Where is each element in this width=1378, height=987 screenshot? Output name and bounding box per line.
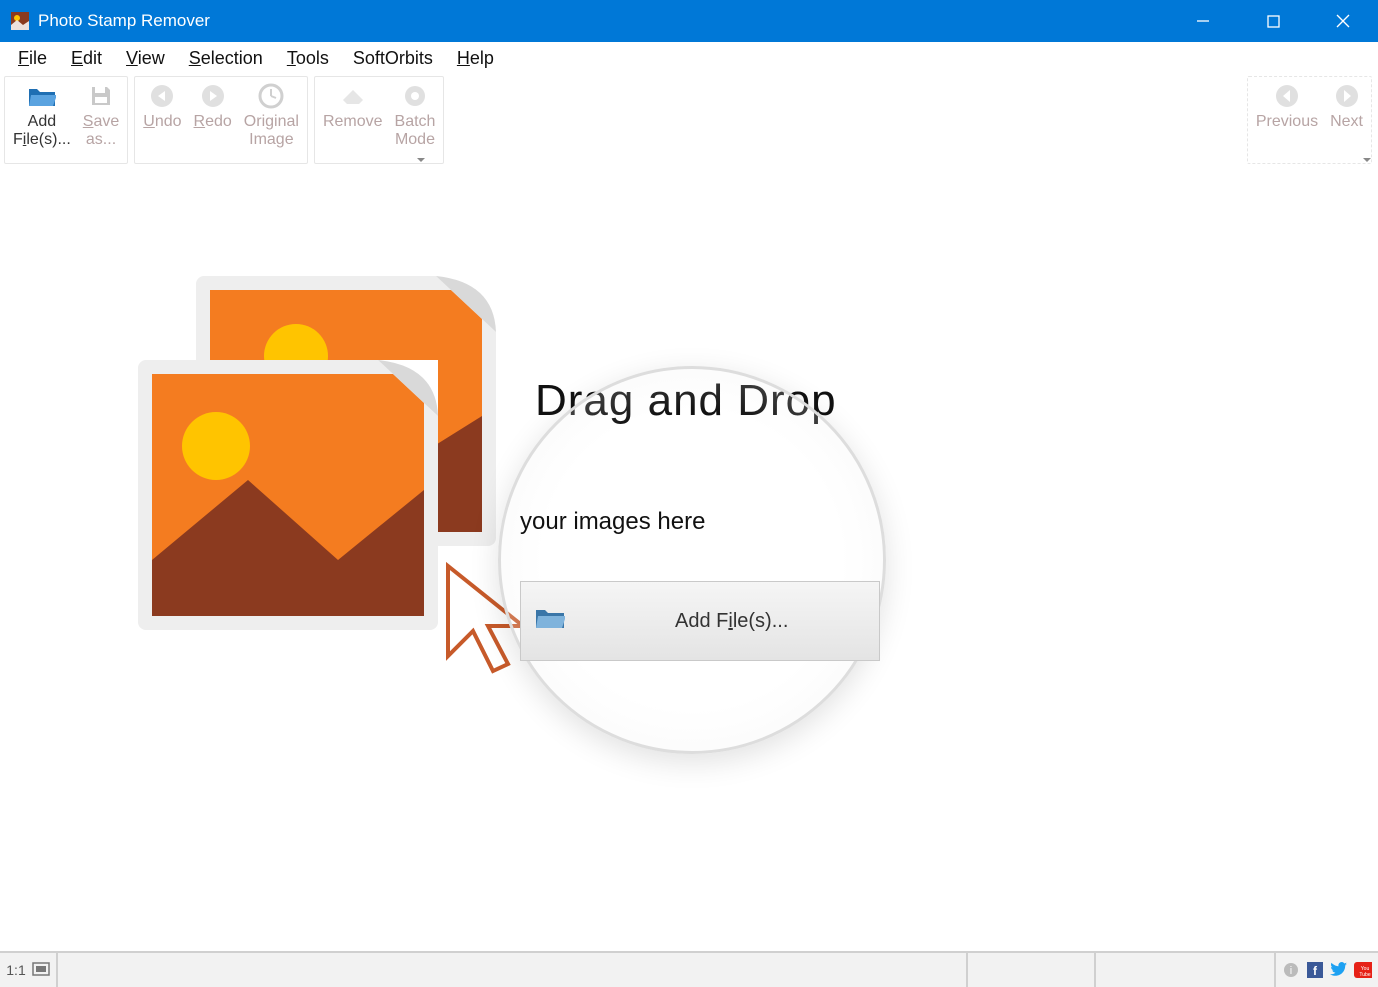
status-social: i f YouTube: [1276, 953, 1378, 987]
menu-tools[interactable]: Tools: [275, 44, 341, 73]
menu-softorbits[interactable]: SoftOrbits: [341, 44, 445, 73]
original-image-label: Original Image: [244, 113, 299, 150]
svg-text:i: i: [1290, 965, 1292, 977]
info-icon[interactable]: i: [1282, 961, 1300, 979]
toolbar-overflow-right-icon[interactable]: [1362, 152, 1372, 162]
batch-mode-label: Batch Mode: [395, 113, 436, 150]
save-as-button[interactable]: Saveas...: [77, 79, 125, 161]
next-button[interactable]: Next: [1324, 79, 1369, 161]
menu-file[interactable]: File: [6, 44, 59, 73]
next-icon: [1334, 81, 1360, 111]
undo-label: Undo: [143, 113, 181, 131]
folder-open-icon: [28, 81, 56, 111]
toolbar-group-history: Undo Redo Original Image: [134, 76, 308, 164]
history-icon: [258, 81, 284, 111]
add-files-center-button[interactable]: Add File(s)...: [520, 581, 880, 661]
menubar: File Edit View Selection Tools SoftOrbit…: [0, 42, 1378, 74]
redo-button[interactable]: Redo: [188, 79, 238, 161]
drag-drop-subtitle: your images here: [520, 508, 705, 536]
add-files-label: AddFile(s)...: [13, 113, 71, 150]
save-as-label: Saveas...: [83, 113, 119, 150]
add-files-button[interactable]: AddFile(s)...: [7, 79, 77, 161]
previous-button[interactable]: Previous: [1250, 79, 1324, 161]
folder-icon: [535, 606, 565, 636]
canvas-area[interactable]: Drag and Drop your images here Add File(…: [0, 166, 1378, 886]
minimize-button[interactable]: [1168, 0, 1238, 42]
fit-icon: [32, 962, 50, 979]
zoom-label: 1:1: [6, 962, 25, 978]
previous-icon: [1274, 81, 1300, 111]
toolbar-group-action: Remove Batch Mode: [314, 76, 445, 164]
redo-label: Redo: [194, 113, 232, 131]
batch-mode-button[interactable]: Batch Mode: [389, 79, 442, 161]
save-icon: [89, 81, 113, 111]
remove-label: Remove: [323, 113, 383, 131]
twitter-icon[interactable]: [1330, 961, 1348, 979]
window-title: Photo Stamp Remover: [38, 11, 1168, 31]
undo-button[interactable]: Undo: [137, 79, 187, 161]
toolbar-overflow-left-icon[interactable]: [416, 152, 426, 162]
original-image-button[interactable]: Original Image: [238, 79, 305, 161]
gear-icon: [403, 81, 427, 111]
toolbar-group-file: AddFile(s)... Saveas...: [4, 76, 128, 164]
window-controls: [1168, 0, 1378, 42]
menu-edit[interactable]: Edit: [59, 44, 114, 73]
statusbar: 1:1 i f YouTube: [0, 951, 1378, 987]
status-cell-1: [968, 953, 1096, 987]
previous-label: Previous: [1256, 113, 1318, 131]
menu-selection[interactable]: Selection: [177, 44, 275, 73]
next-label: Next: [1330, 113, 1363, 131]
svg-text:Tube: Tube: [1359, 972, 1370, 978]
status-cell-2: [1096, 953, 1276, 987]
redo-icon: [200, 81, 226, 111]
titlebar: Photo Stamp Remover: [0, 0, 1378, 42]
facebook-icon[interactable]: f: [1306, 961, 1324, 979]
app-icon: [10, 11, 30, 31]
status-main: [58, 953, 968, 987]
magnifier-graphic: [498, 366, 886, 754]
undo-icon: [149, 81, 175, 111]
add-files-center-label: Add File(s)...: [675, 610, 788, 633]
close-button[interactable]: [1308, 0, 1378, 42]
youtube-icon[interactable]: YouTube: [1354, 961, 1372, 979]
toolbar: AddFile(s)... Saveas... Undo Redo Ori: [0, 74, 1378, 166]
zoom-indicator[interactable]: 1:1: [0, 953, 58, 987]
menu-view[interactable]: View: [114, 44, 177, 73]
remove-button[interactable]: Remove: [317, 79, 389, 161]
menu-help[interactable]: Help: [445, 44, 506, 73]
toolbar-group-nav: Previous Next: [1247, 76, 1372, 164]
maximize-button[interactable]: [1238, 0, 1308, 42]
eraser-icon: [339, 81, 367, 111]
